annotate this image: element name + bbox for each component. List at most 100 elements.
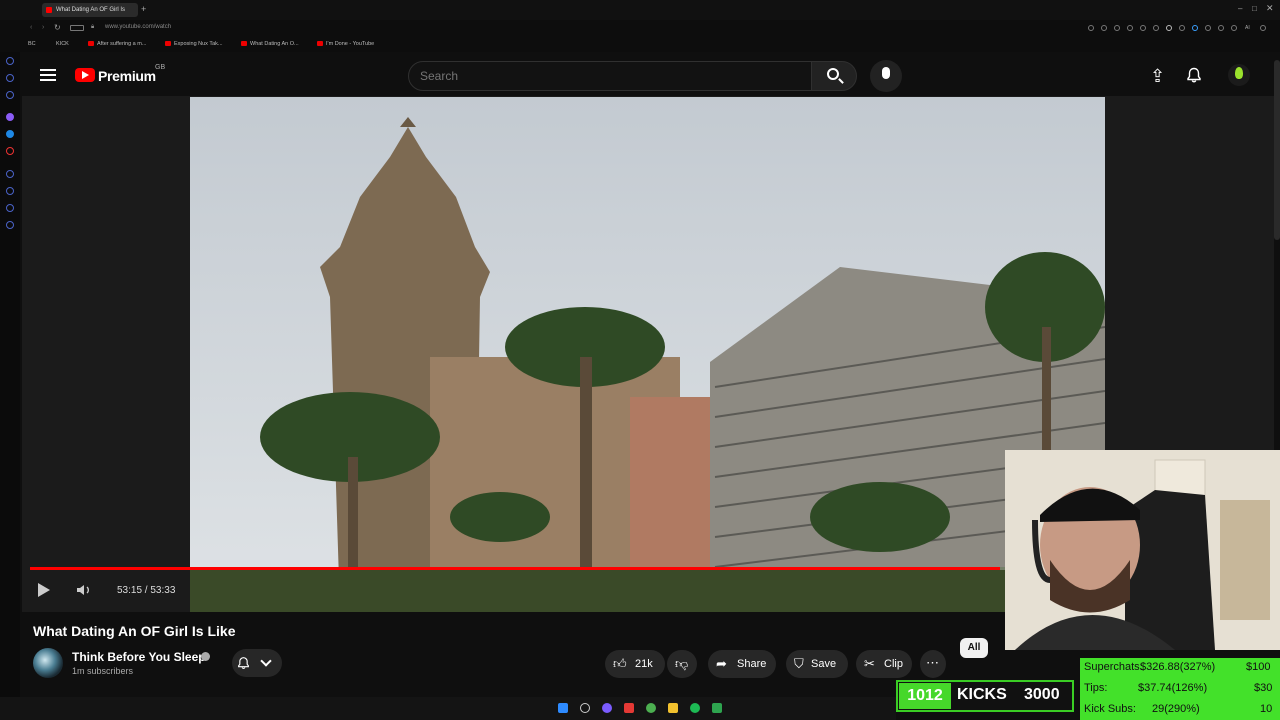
extension-icon[interactable] [1231, 25, 1237, 31]
maximize-icon[interactable]: □ [1252, 4, 1257, 13]
youtube-favicon-icon [46, 7, 52, 13]
logo-text[interactable]: Premium [98, 68, 156, 84]
sidebar-icon[interactable] [6, 74, 14, 82]
bookmark-item[interactable]: KICK [56, 41, 69, 47]
sidebar-icon[interactable] [6, 204, 14, 212]
share-label: Share [737, 658, 767, 670]
kick-subs-value: 29(290%) [1152, 703, 1200, 715]
clip-label: Clip [884, 658, 903, 670]
menu-icon[interactable] [1260, 25, 1266, 31]
youtube-logo-icon[interactable] [75, 68, 95, 82]
video-title: What Dating An OF Girl Is Like [33, 623, 236, 639]
kick-subs-goal: 10 [1260, 703, 1273, 715]
streamer-webcam-image [1005, 450, 1280, 650]
webcam-overlay [1005, 450, 1280, 650]
heart-icon[interactable] [1166, 25, 1172, 31]
bookmark-item[interactable]: After suffering a m... [88, 41, 146, 47]
upload-icon[interactable]: ⇪ [1150, 67, 1165, 85]
volume-icon[interactable] [76, 583, 92, 597]
extension-icon[interactable] [1205, 25, 1211, 31]
scissors-icon: ✂ [864, 656, 875, 671]
sidebar-icon[interactable] [6, 187, 14, 195]
chrome-icon[interactable] [646, 703, 656, 713]
opera-icon[interactable] [624, 703, 634, 713]
browser-tab-active[interactable]: What Dating An OF Girl Is [42, 3, 138, 17]
extension-icon[interactable] [1192, 25, 1198, 31]
extension-icon[interactable] [1218, 25, 1224, 31]
close-icon[interactable]: ✕ [1266, 3, 1274, 14]
bookmark-item[interactable]: BC [28, 41, 36, 47]
progress-bar-fill[interactable] [30, 567, 1000, 570]
share-button[interactable]: ➦ Share [708, 650, 776, 678]
messenger-icon[interactable] [6, 113, 14, 121]
save-label: Save [811, 658, 837, 670]
search-input[interactable] [420, 69, 800, 83]
clip-button[interactable]: ✂ Clip [856, 650, 912, 678]
kicks-goal: 3000 [1024, 686, 1060, 703]
start-icon[interactable] [558, 703, 568, 713]
like-count: 21k [635, 658, 653, 670]
filter-chip-all[interactable]: All [960, 638, 988, 658]
sidebar-icon[interactable] [6, 91, 14, 99]
sidebar-icon[interactable] [6, 57, 14, 65]
kicks-label: KICKS [957, 686, 1007, 703]
play-icon[interactable] [38, 583, 50, 597]
bookmark-item[interactable]: What Dating An O... [241, 41, 299, 47]
ai-icon[interactable]: AI [1245, 25, 1250, 31]
chat-icon[interactable] [6, 130, 14, 138]
sidebar-icon[interactable] [6, 170, 14, 178]
reload-icon[interactable]: ↻ [54, 23, 61, 32]
hamburger-menu-icon[interactable] [40, 69, 56, 81]
new-tab-icon[interactable]: + [141, 4, 146, 14]
tab-title: What Dating An OF Girl Is [56, 7, 126, 13]
bookmark-icon: ⛉ [794, 656, 804, 671]
minimize-icon[interactable]: – [1238, 4, 1242, 13]
bookmark-item[interactable]: Exposing Nux Tak... [165, 41, 223, 47]
timecode: 53:15 / 53:33 [117, 585, 176, 596]
logo-region: GB [155, 64, 166, 71]
video-frame[interactable] [190, 97, 1105, 612]
extension-icon[interactable] [1127, 25, 1133, 31]
like-button[interactable]: 👍︎ 21k [605, 650, 665, 678]
notifications-bell-icon[interactable] [1186, 67, 1202, 83]
tips-label: Tips: [1084, 682, 1108, 694]
back-icon[interactable]: ‹ [30, 24, 32, 31]
share-icon: ➦ [716, 656, 727, 671]
sidebar-icon[interactable] [6, 147, 14, 155]
bookmark-item[interactable]: I'm Done - YouTube [317, 41, 374, 47]
subscriber-count: 1m subscribers [72, 666, 134, 676]
youtube-favicon-icon [317, 41, 323, 47]
zoom-icon[interactable] [1088, 25, 1094, 31]
save-button[interactable]: ⛉ Save [786, 650, 848, 678]
sidebar-icon[interactable] [6, 221, 14, 229]
forward-icon[interactable]: › [42, 24, 44, 31]
youtube-favicon-icon [241, 41, 247, 47]
vpn-badge[interactable] [70, 25, 84, 31]
tips-goal: $30 [1254, 682, 1273, 694]
channel-avatar[interactable] [33, 648, 63, 678]
microphone-icon [882, 67, 890, 79]
spotify-icon[interactable] [690, 703, 700, 713]
more-icon: ⋯ [926, 655, 939, 670]
extension-icon[interactable] [1140, 25, 1146, 31]
bell-icon [238, 657, 249, 669]
extension-icon[interactable] [1153, 25, 1159, 31]
app-icon[interactable] [712, 703, 722, 713]
verified-badge-icon [201, 652, 210, 661]
tips-value: $37.74(126%) [1138, 682, 1208, 694]
more-actions-button[interactable]: ⋯ [920, 650, 946, 678]
kick-subs-label: Kick Subs: [1084, 703, 1136, 715]
extension-icon[interactable] [1101, 25, 1107, 31]
kicks-count: 1012 [899, 683, 951, 709]
extension-icon[interactable] [1114, 25, 1120, 31]
search-icon[interactable] [580, 703, 590, 713]
dislike-button[interactable]: 👎︎ [667, 650, 697, 678]
discord-icon[interactable] [602, 703, 612, 713]
thumbs-up-icon: 👍︎ [613, 656, 627, 671]
url-field[interactable]: www.youtube.com/watch [105, 24, 171, 30]
channel-name[interactable]: Think Before You Sleep [72, 650, 206, 664]
file-explorer-icon[interactable] [668, 703, 678, 713]
page-scrollbar[interactable] [1274, 60, 1280, 240]
extension-icon[interactable] [1179, 25, 1185, 31]
account-avatar[interactable] [1228, 64, 1250, 86]
